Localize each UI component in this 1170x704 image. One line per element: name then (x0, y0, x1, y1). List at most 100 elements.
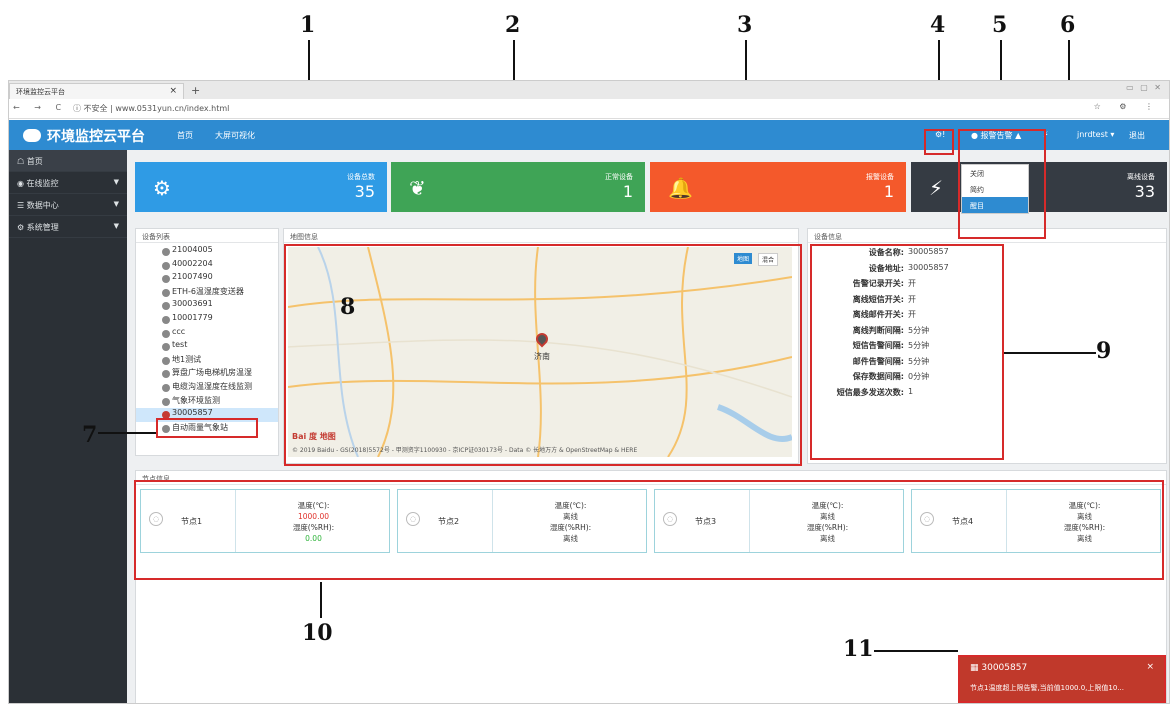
device-tree-item[interactable]: 算盘广场电梯机房温湿 (136, 367, 278, 381)
humidity-value: 离线 (1077, 534, 1092, 543)
close-tab-icon[interactable]: × (169, 86, 177, 96)
sidebar-item-system[interactable]: ⚙ 系统管理 ▼ (9, 216, 127, 238)
node-name: 节点4 (952, 517, 974, 526)
nav-bigscreen[interactable]: 大屏可视化 (215, 130, 255, 141)
alarm-bell-icon[interactable]: ⚙! (935, 130, 945, 139)
device-name: 30003691 (172, 299, 213, 309)
info-value: 开 (908, 310, 916, 319)
browser-tab[interactable]: 环境监控云平台 × (9, 83, 184, 99)
device-tree-item[interactable]: 10001779 (136, 313, 278, 327)
new-tab-button[interactable]: + (191, 84, 200, 97)
callout-3: 3 (737, 12, 753, 38)
node-values: 温度(℃): 离线 湿度(%RH): 离线 (498, 500, 643, 544)
card-title: 报警设备 (866, 173, 894, 181)
info-key: 离线短信开关: (852, 294, 904, 304)
node-card[interactable]: ◌ 节点3 温度(℃): 离线 湿度(%RH): 离线 (654, 489, 904, 553)
info-row: 离线短信开关: 开 (808, 294, 1166, 310)
alarm-mode-dropdown[interactable]: 关闭 简约 醒目 (961, 164, 1029, 214)
humidity-value: 离线 (820, 534, 835, 543)
node-card[interactable]: ◌ 节点2 温度(℃): 离线 湿度(%RH): 离线 (397, 489, 647, 553)
device-tree-item[interactable]: 电缆沟温湿度在线监测 (136, 381, 278, 395)
device-tree-item[interactable]: 自动雨量气象站 (136, 422, 278, 436)
callout-7: 7 (82, 422, 98, 448)
node-icon: ◌ (663, 512, 677, 526)
app-title: 环境监控云平台 (47, 129, 145, 145)
map-type-button[interactable]: 地图 (733, 253, 752, 264)
map-city-label: 济南 (534, 352, 550, 361)
callout-2: 2 (505, 12, 521, 38)
device-name: 21007490 (172, 272, 213, 282)
alarm-mode-menu[interactable]: ● 报警告警 ▲ (971, 130, 1021, 141)
device-tree-item[interactable]: 21007490 (136, 272, 278, 286)
leader-line-11 (874, 650, 958, 652)
sidebar-item-online-monitor[interactable]: ◉ 在线监控 ▼ (9, 172, 127, 194)
app-header: 环境监控云平台 首页 大屏可视化 ⚙! ● 报警告警 ▲ ⚡ jnrdtest … (9, 120, 1169, 150)
satellite-button[interactable]: 混合 (757, 253, 778, 266)
info-row: 离线判断间隔: 5分钟 (808, 325, 1166, 341)
node-card[interactable]: ◌ 节点4 温度(℃): 离线 湿度(%RH): 离线 (911, 489, 1161, 553)
map-view[interactable]: 地图 混合 济南 Bai 度 地图 © 2019 Baidu - GS(2018… (288, 247, 792, 457)
callout-11: 11 (843, 636, 874, 662)
device-tree-item[interactable]: ETH-6温湿度变送器 (136, 286, 278, 300)
humidity-label: 湿度(%RH): (1063, 523, 1106, 532)
browser-menu-icons[interactable]: ☆ ⚙ ⋮ (1094, 102, 1161, 111)
device-status-icon (162, 315, 170, 324)
stat-card-total[interactable]: ⚙ 设备总数 35 (135, 162, 387, 212)
nav-buttons[interactable]: ← → C (13, 103, 67, 112)
callout-1: 1 (300, 12, 316, 38)
device-tree-item[interactable]: 地1测试 (136, 354, 278, 368)
callout-6: 6 (1060, 12, 1076, 38)
device-name: 21004005 (172, 245, 213, 254)
node-card[interactable]: ◌ 节点1 温度(℃): 1000.00 湿度(%RH): 0.00 (140, 489, 390, 553)
divider (1006, 490, 1007, 552)
device-tree-item[interactable]: 30005857 (136, 408, 278, 422)
node-icon: ◌ (920, 512, 934, 526)
device-status-icon (162, 424, 170, 433)
logout-link[interactable]: 退出 (1129, 130, 1145, 141)
temp-value: 1000.00 (297, 512, 329, 521)
device-tree: 21004005 40002204 21007490 ETH-6温湿度变送器 30003… (136, 243, 278, 435)
alarm-toast[interactable]: ▦ 30005857 × 节点1温度超上限告警,当前值1000.0,上限值10.… (958, 655, 1166, 703)
nav-home[interactable]: 首页 (177, 130, 193, 141)
dropdown-option[interactable]: 关闭 (962, 165, 1028, 181)
dropdown-option-selected[interactable]: 醒目 (962, 197, 1028, 213)
info-value: 30005857 (908, 247, 949, 256)
sidebar-item-home[interactable]: ☖ 首页 (9, 150, 127, 172)
device-tree-item[interactable]: 气象环境监测 (136, 395, 278, 409)
node-icon: ◌ (406, 512, 420, 526)
user-menu[interactable]: jnrdtest ▾ (1077, 130, 1114, 139)
card-title: 离线设备 (1127, 173, 1155, 181)
device-tree-item[interactable]: 40002204 (136, 259, 278, 273)
card-value: 35 (354, 182, 375, 201)
card-title: 设备总数 (347, 173, 375, 181)
info-value: 开 (908, 294, 916, 304)
stat-card-normal[interactable]: ❦ 正常设备 1 (391, 162, 645, 212)
divider (235, 490, 236, 552)
info-row: 离线邮件开关: 开 (808, 309, 1166, 325)
settings-icon[interactable]: ⚡ (1043, 130, 1049, 139)
stat-card-alarm[interactable]: 🔔 报警设备 1 (650, 162, 906, 212)
url-field[interactable]: ⓘ 不安全 | www.0531yun.cn/index.html (73, 103, 229, 114)
close-icon[interactable]: × (1146, 662, 1154, 672)
device-tree-item[interactable]: test (136, 340, 278, 354)
temp-label: 温度(℃): (554, 501, 587, 510)
node-name: 节点1 (181, 517, 203, 526)
info-row: 邮件告警间隔: 5分钟 (808, 356, 1166, 372)
info-value: 0分钟 (908, 372, 930, 381)
info-key: 邮件告警间隔: (852, 356, 904, 366)
alarm-toast-title: ▦ 30005857 (970, 663, 1028, 673)
device-tree-item[interactable]: 30003691 (136, 299, 278, 313)
device-tree-item[interactable]: ccc (136, 327, 278, 341)
info-key: 短信告警间隔: (852, 341, 904, 350)
stat-card-offline[interactable]: ⚡ 离线设备 33 (911, 162, 1167, 212)
window-buttons[interactable]: ▭ ▢ ✕ (1126, 83, 1163, 92)
dropdown-option[interactable]: 简约 (962, 181, 1028, 197)
device-tree-item[interactable]: 21004005 (136, 245, 278, 259)
sidebar-item-data-center[interactable]: ☰ 数据中心 ▼ (9, 194, 127, 216)
info-row: 告警记录开关: 开 (808, 278, 1166, 294)
device-status-icon (162, 248, 170, 256)
node-values: 温度(℃): 离线 湿度(%RH): 离线 (1012, 500, 1157, 544)
baidu-logo: Bai 度 地图 (292, 432, 336, 441)
cloud-icon (23, 129, 41, 142)
info-key: 短信最多发送次数: (836, 387, 904, 397)
